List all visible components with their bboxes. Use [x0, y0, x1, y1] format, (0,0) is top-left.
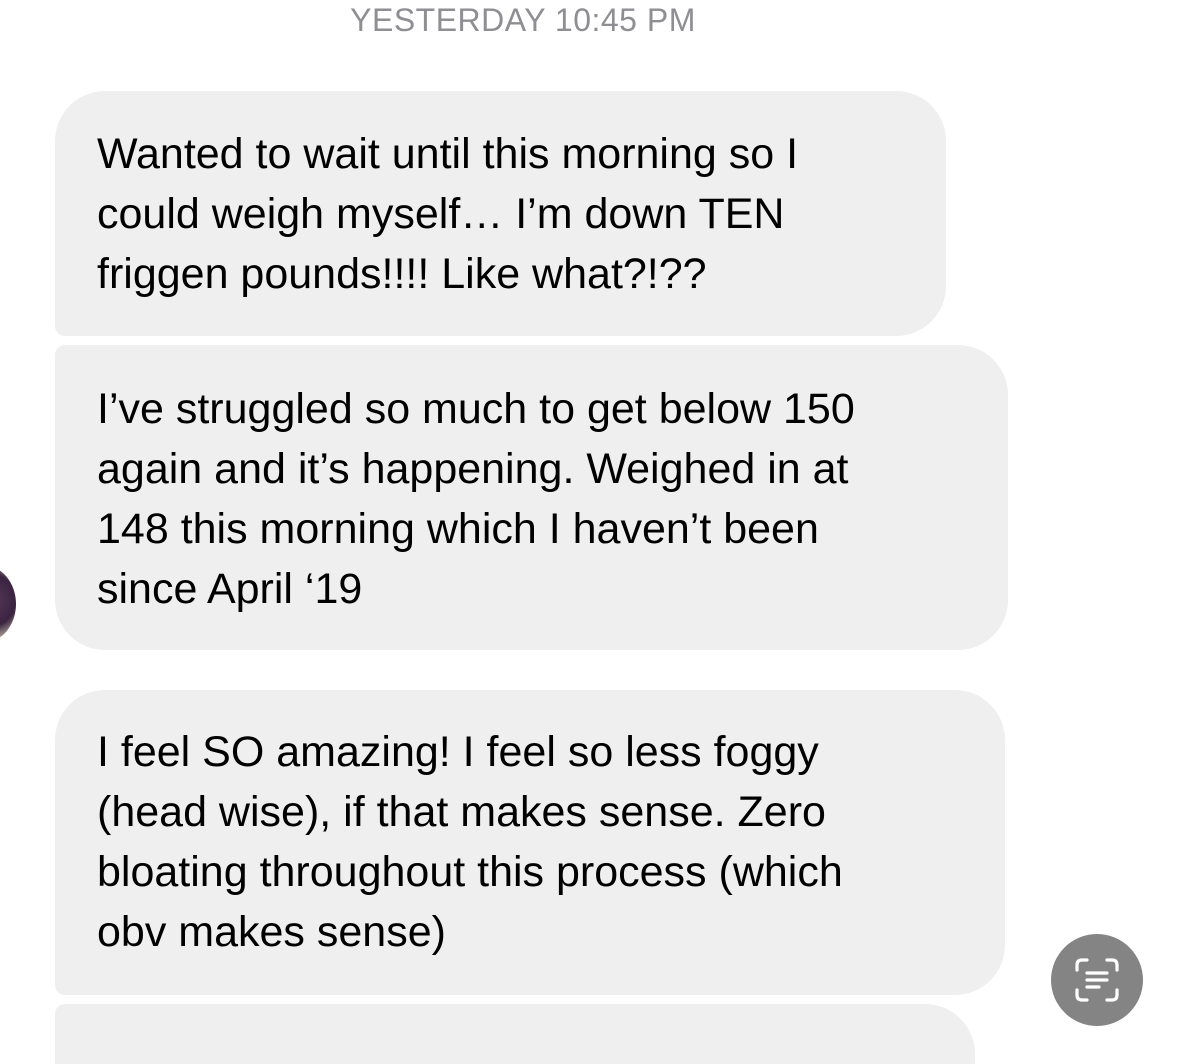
message-line: obv makes sense) — [97, 908, 446, 956]
live-text-icon — [1075, 958, 1119, 1002]
message-line: (head wise), if that makes sense. Zero — [97, 788, 826, 836]
message-line: Wanted to wait until this morning so I — [97, 130, 799, 178]
message-bubble-2[interactable]: I’ve struggled so much to get below 150 … — [55, 345, 1008, 650]
message-line: I feel SO amazing! I feel so less foggy — [97, 728, 819, 776]
message-line: could weigh myself… I’m down TEN — [97, 190, 785, 238]
message-timestamp: YESTERDAY 10:45 PM — [350, 2, 696, 38]
message-line: again and it’s happening. Weighed in at — [97, 445, 849, 493]
message-line: bloating throughout this process (which — [97, 848, 843, 896]
message-bubble-1[interactable]: Wanted to wait until this morning so I c… — [55, 91, 946, 336]
message-bubble-3[interactable]: I feel SO amazing! I feel so less foggy … — [55, 690, 1005, 995]
live-text-button[interactable] — [1051, 934, 1143, 1026]
message-bubble-4[interactable] — [55, 1004, 975, 1064]
message-line: since April ‘19 — [97, 565, 363, 613]
message-line: I’ve struggled so much to get below 150 — [97, 385, 855, 433]
message-line: friggen pounds!!!! Like what?!?? — [97, 250, 707, 298]
contact-avatar[interactable] — [0, 565, 16, 643]
message-line: 148 this morning which I haven’t been — [97, 505, 819, 553]
